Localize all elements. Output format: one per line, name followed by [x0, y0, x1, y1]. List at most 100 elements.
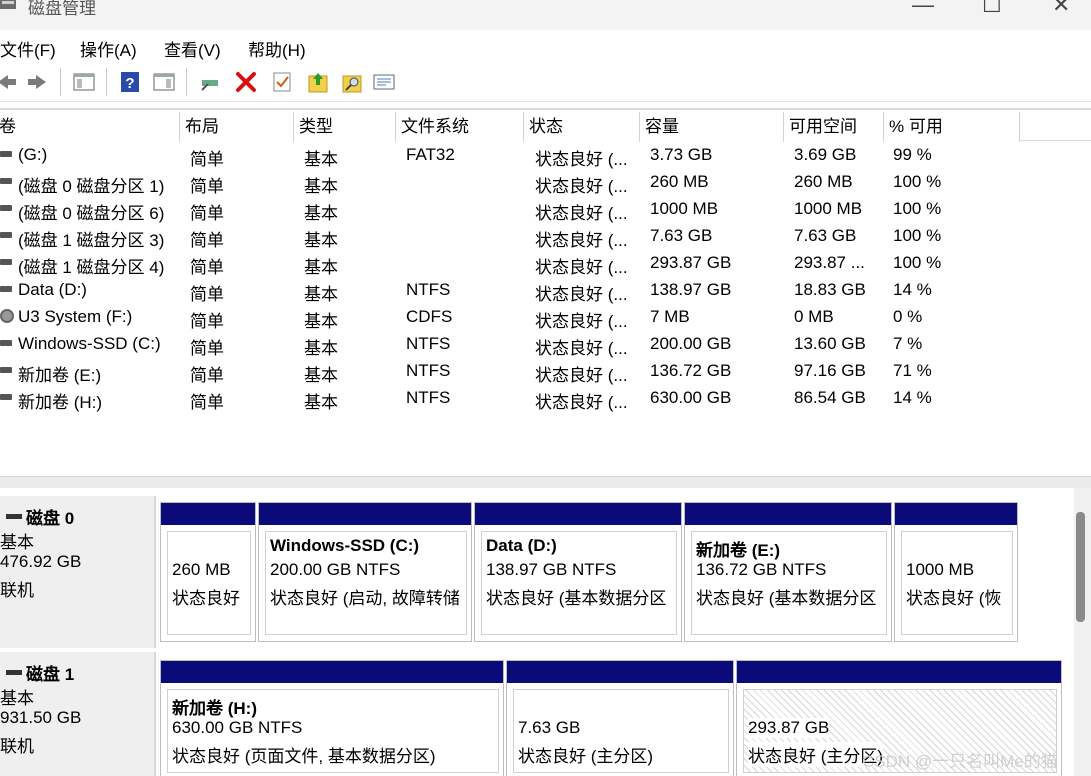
volume-status: 状态良好 (... — [535, 339, 628, 358]
volume-type: 基本 — [304, 339, 338, 358]
help-icon[interactable]: ? — [118, 70, 142, 94]
volume-capacity: 1000 MB — [650, 199, 719, 218]
volume-list-header: 卷 布局 类型 文件系统 状态 容量 可用空间 % 可用 — [0, 108, 1091, 142]
volume-filesystem: NTFS — [406, 388, 451, 407]
partition-bar — [895, 503, 1017, 525]
volume-row[interactable]: (磁盘 0 磁盘分区 6) 简单 基本 状态良好 (... 1000 MB 1000 MB… — [0, 196, 1091, 223]
toolbar: ? — [0, 62, 1091, 102]
partition-status: 状态良好 (基本数据分区 — [486, 589, 667, 608]
minimize-button[interactable]: — — [912, 0, 934, 18]
menu-help[interactable]: 帮助(H) — [248, 36, 306, 61]
disk-0-name: 磁盘 0 — [26, 509, 75, 528]
menu-action[interactable]: 操作(A) — [80, 36, 137, 61]
volume-filesystem: CDFS — [406, 307, 453, 326]
volume-free-space: 293.87 ... — [794, 253, 865, 272]
toolbar-separator — [186, 68, 187, 96]
column-header-filesystem[interactable]: 文件系统 — [396, 112, 524, 142]
volume-type: 基本 — [304, 393, 338, 412]
partition-size: 1000 MB — [906, 560, 975, 579]
volume-row[interactable]: 新加卷 (H:) 简单 基本 NTFS 状态良好 (... 630.00 GB 86.54 … — [0, 385, 1091, 412]
volume-name: U3 System (F:) — [18, 307, 133, 326]
partition-new-volume-h[interactable]: 新加卷 (H:) 630.00 GB NTFS 状态良好 (页面文件, 基本数据… — [160, 660, 504, 776]
partition-content: Data (D:) 138.97 GB NTFS 状态良好 (基本数据分区 — [481, 531, 677, 635]
partition-title: Data (D:) — [486, 536, 557, 555]
volume-layout: 简单 — [190, 231, 224, 250]
partition-disk0-6[interactable]: 1000 MB 状态良好 (恢 — [894, 502, 1018, 642]
pane-splitter[interactable] — [0, 476, 1091, 488]
delete-icon[interactable] — [234, 70, 258, 94]
properties-icon[interactable] — [270, 70, 294, 94]
volume-free-space: 0 MB — [794, 307, 834, 326]
export-list-icon[interactable] — [306, 70, 330, 94]
volume-capacity: 7.63 GB — [650, 226, 713, 245]
disk-map: 磁盘 0 基本 476.92 GB 联机 260 MB 状态良好 Windows… — [0, 488, 1074, 776]
drive-icon — [0, 178, 12, 184]
console-tree-icon[interactable] — [72, 70, 96, 94]
volume-row[interactable]: U3 System (F:) 简单 基本 CDFS 状态良好 (... 7 MB 0 MB 0… — [0, 304, 1091, 331]
partition-status: 状态良好 (恢 — [906, 589, 1002, 608]
toolbar-separator — [106, 68, 107, 96]
volume-free-space: 97.16 GB — [794, 361, 866, 380]
volume-percent-free: 14 % — [893, 280, 932, 299]
maximize-button[interactable]: ☐ — [982, 0, 1002, 18]
column-header-status[interactable]: 状态 — [524, 112, 640, 142]
disk-1-state: 联机 — [0, 737, 34, 756]
partition-size: 630.00 GB NTFS — [172, 718, 303, 737]
volume-capacity: 260 MB — [650, 172, 709, 191]
column-header-type[interactable]: 类型 — [294, 112, 396, 142]
settings-list-icon[interactable] — [372, 70, 396, 94]
volume-name: (磁盘 1 磁盘分区 3) — [18, 231, 165, 250]
volume-status: 状态良好 (... — [535, 285, 628, 304]
partition-title: 新加卷 (E:) — [696, 541, 781, 560]
watermark: CSDN @一只名叫Me的猫 — [862, 752, 1058, 771]
partition-status: 状态良好 (主分区) — [518, 747, 654, 766]
partition-windows-ssd-c[interactable]: Windows-SSD (C:) 200.00 GB NTFS 状态良好 (启动… — [258, 502, 472, 642]
volume-name: (磁盘 0 磁盘分区 1) — [18, 177, 165, 196]
disk-1-size: 931.50 GB — [0, 708, 82, 727]
partition-data-d[interactable]: Data (D:) 138.97 GB NTFS 状态良好 (基本数据分区 — [474, 502, 682, 642]
volume-layout: 简单 — [190, 258, 224, 277]
column-header-layout[interactable]: 布局 — [180, 112, 294, 142]
column-header-free-space[interactable]: 可用空间 — [784, 112, 884, 142]
partition-content: 新加卷 (H:) 630.00 GB NTFS 状态良好 (页面文件, 基本数据… — [167, 689, 499, 773]
volume-layout: 简单 — [190, 204, 224, 223]
back-arrow-icon[interactable] — [0, 70, 18, 94]
connect-drive-icon[interactable] — [198, 70, 222, 94]
volume-row[interactable]: Windows-SSD (C:) 简单 基本 NTFS 状态良好 (... 200.00 … — [0, 331, 1091, 358]
disk-1-kind: 基本 — [0, 689, 34, 708]
volume-percent-free: 99 % — [893, 145, 932, 164]
forward-arrow-icon[interactable] — [26, 70, 50, 94]
volume-row[interactable]: Data (D:) 简单 基本 NTFS 状态良好 (... 138.97 GB 18.83… — [0, 277, 1091, 304]
show-hide-pane-icon[interactable] — [152, 70, 176, 94]
disk-1-label[interactable]: 磁盘 1 基本 931.50 GB 联机 — [0, 652, 156, 776]
column-header-percent-free[interactable]: % 可用 — [884, 112, 1020, 142]
search-folder-icon[interactable] — [340, 70, 364, 94]
volume-row[interactable]: (磁盘 1 磁盘分区 3) 简单 基本 状态良好 (... 7.63 GB 7.63 GB… — [0, 223, 1091, 250]
volume-row[interactable]: (G:) 简单 基本 FAT32 状态良好 (... 3.73 GB 3.69 GB 99 % — [0, 142, 1091, 169]
menu-file[interactable]: 文件(F) — [0, 36, 56, 61]
column-header-volume[interactable]: 卷 — [0, 112, 180, 142]
partition-size: 7.63 GB — [518, 718, 581, 737]
volume-free-space: 86.54 GB — [794, 388, 866, 407]
volume-percent-free: 100 % — [893, 199, 942, 218]
partition-status: 状态良好 (基本数据分区 — [696, 589, 877, 608]
menu-view[interactable]: 查看(V) — [164, 36, 221, 61]
scrollbar-thumb[interactable] — [1076, 512, 1085, 622]
column-header-capacity[interactable]: 容量 — [640, 112, 784, 142]
volume-capacity: 630.00 GB — [650, 388, 732, 407]
partition-new-volume-e[interactable]: 新加卷 (E:) 136.72 GB NTFS 状态良好 (基本数据分区 — [684, 502, 892, 642]
volume-free-space: 18.83 GB — [794, 280, 866, 299]
volume-row[interactable]: (磁盘 0 磁盘分区 1) 简单 基本 状态良好 (... 260 MB 260 MB 10… — [0, 169, 1091, 196]
volume-layout: 简单 — [190, 177, 224, 196]
volume-row[interactable]: 新加卷 (E:) 简单 基本 NTFS 状态良好 (... 136.72 GB 97.16 … — [0, 358, 1091, 385]
disk-0-label[interactable]: 磁盘 0 基本 476.92 GB 联机 — [0, 496, 156, 648]
partition-size: 293.87 GB — [748, 718, 830, 738]
menu-bar: 文件(F) 操作(A) 查看(V) 帮助(H) — [0, 30, 1091, 62]
close-button[interactable]: ✕ — [1052, 0, 1070, 18]
partition-disk0-1[interactable]: 260 MB 状态良好 — [160, 502, 256, 642]
volume-row[interactable]: (磁盘 1 磁盘分区 4) 简单 基本 状态良好 (... 293.87 GB 293.8… — [0, 250, 1091, 277]
partition-size: 138.97 GB NTFS — [486, 560, 617, 579]
partition-bar — [685, 503, 891, 525]
partition-disk1-3[interactable]: 7.63 GB 状态良好 (主分区) — [506, 660, 734, 776]
drive-icon — [0, 394, 12, 400]
